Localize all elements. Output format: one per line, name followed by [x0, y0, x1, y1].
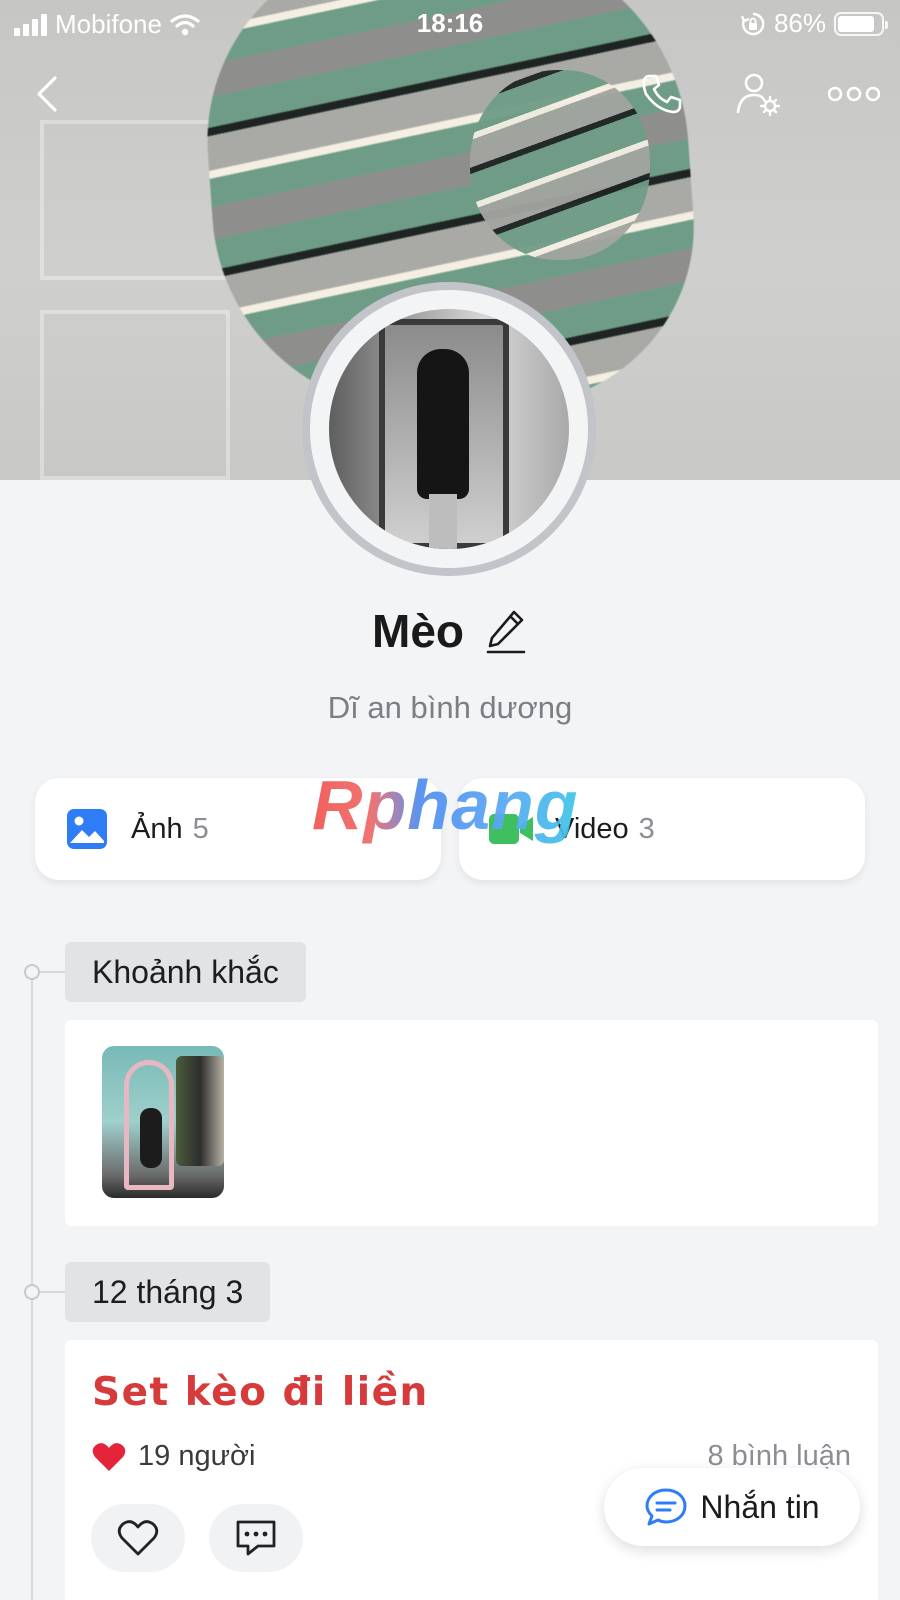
more-options-button[interactable]	[814, 64, 894, 124]
send-message-button[interactable]: Nhắn tin	[604, 1468, 860, 1546]
image-icon	[67, 809, 107, 849]
heart-outline-icon	[117, 1520, 159, 1556]
photos-label: Ảnh	[131, 812, 183, 845]
moments-panel	[65, 1020, 878, 1226]
avatar-image	[329, 309, 569, 549]
more-horizontal-icon	[828, 86, 880, 102]
timeline-node	[24, 964, 40, 980]
profile-location: Dĩ an bình dương	[327, 690, 573, 725]
user-gear-icon	[736, 73, 781, 117]
watermark-logo: Rphang	[312, 766, 579, 844]
heart-filled-icon	[92, 1442, 126, 1471]
phone-icon	[642, 74, 682, 114]
timeline-node	[24, 1284, 40, 1300]
edit-name-button[interactable]	[484, 606, 528, 656]
moment-thumbnail[interactable]	[102, 1046, 224, 1198]
back-button[interactable]	[18, 64, 78, 124]
call-button[interactable]	[632, 64, 692, 124]
chat-bubble-icon	[645, 1488, 687, 1526]
status-bar: Mobifone 18:16 86%	[0, 0, 900, 46]
pencil-icon	[486, 610, 526, 654]
post-date-tag: 12 tháng 3	[65, 1262, 271, 1322]
comment-button[interactable]	[209, 1504, 303, 1572]
battery-fill	[838, 15, 875, 32]
comment-icon	[236, 1520, 276, 1556]
like-button[interactable]	[91, 1504, 185, 1572]
background-door	[40, 120, 230, 280]
avatar[interactable]	[302, 282, 596, 576]
orientation-lock-icon	[740, 12, 765, 35]
profile-name-row: Mèo	[0, 604, 900, 658]
background-door-lower	[40, 310, 230, 480]
avatar-figure-legs	[429, 494, 457, 549]
avatar-figure	[417, 349, 469, 499]
likes-count: 19 người	[138, 1440, 256, 1472]
thumbnail-figure	[140, 1108, 162, 1168]
thumbnail-clothes	[176, 1056, 224, 1166]
battery-icon	[834, 11, 888, 36]
battery-percent: 86%	[773, 8, 826, 38]
photos-count: 5	[192, 812, 209, 845]
cover-sweater-arm	[470, 70, 650, 260]
chevron-left-icon	[37, 76, 57, 112]
profile-name: Mèo	[372, 605, 464, 657]
profile-settings-button[interactable]	[728, 64, 788, 124]
moments-tag: Khoảnh khắc	[65, 942, 306, 1002]
post-likes[interactable]: 19 người	[92, 1440, 255, 1473]
post-title: Set kèo đi liền	[92, 1370, 429, 1415]
send-message-label: Nhắn tin	[700, 1488, 820, 1525]
videos-count: 3	[638, 812, 655, 845]
